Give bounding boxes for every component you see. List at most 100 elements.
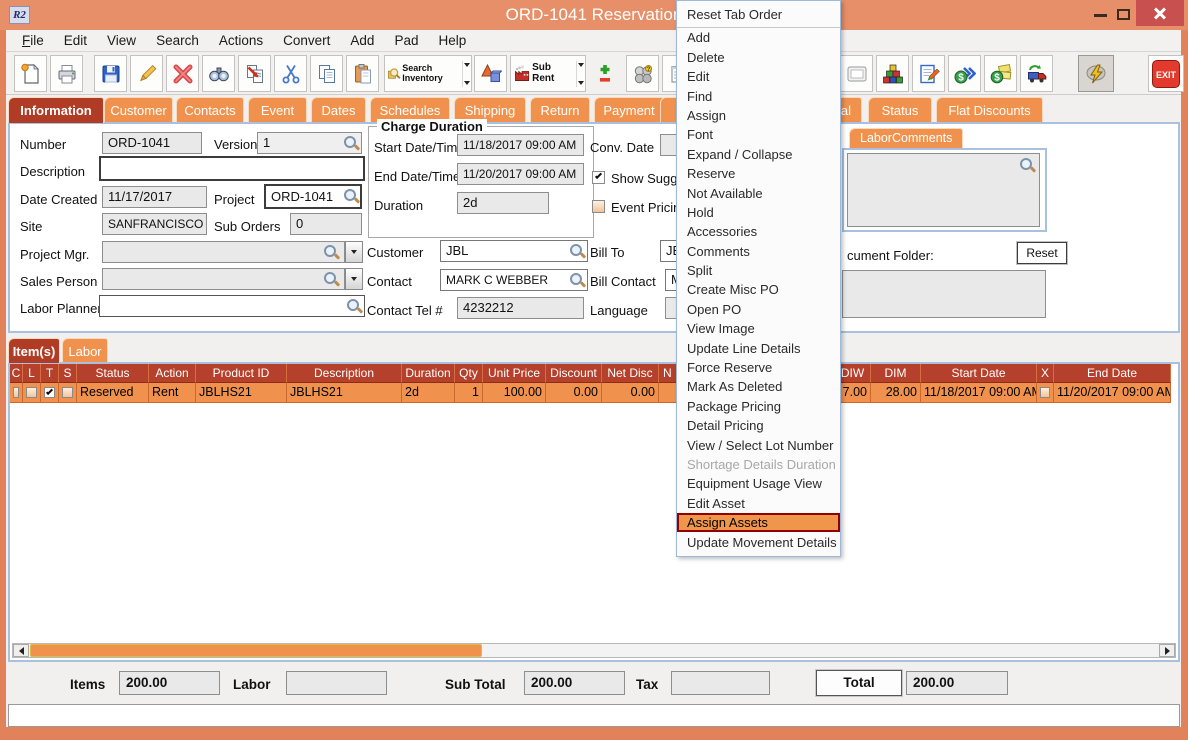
labor-planner-search-icon[interactable]: [347, 299, 361, 313]
menu-actions[interactable]: Actions: [209, 31, 273, 50]
menu-item-comments[interactable]: Comments: [677, 242, 840, 261]
menu-search[interactable]: Search: [146, 31, 209, 50]
menu-item-equipment-usage-view[interactable]: Equipment Usage View: [677, 474, 840, 493]
menu-item-detail-pricing[interactable]: Detail Pricing: [677, 416, 840, 435]
dollar-forward-button[interactable]: $: [948, 55, 981, 92]
reset-button[interactable]: Reset: [1017, 242, 1067, 264]
cubes-button[interactable]: [876, 55, 909, 92]
column-header-end-date[interactable]: End Date: [1054, 364, 1171, 383]
column-header-t[interactable]: T: [41, 364, 59, 383]
menu-item-open-po[interactable]: Open PO: [677, 300, 840, 319]
tab-customer[interactable]: Customer: [104, 97, 173, 123]
row-checkbox-s[interactable]: [62, 387, 73, 398]
column-header-s[interactable]: S: [59, 364, 77, 383]
search-inventory-button[interactable]: Search Inventory: [384, 55, 472, 92]
column-header-net-disc[interactable]: Net Disc: [602, 364, 659, 383]
tab-return[interactable]: Return: [530, 97, 590, 123]
menu-item-hold[interactable]: Hold: [677, 203, 840, 222]
exit-button[interactable]: EXIT: [1148, 55, 1184, 92]
spheres-button[interactable]: ?: [626, 55, 659, 92]
new-document-button[interactable]: [14, 55, 47, 92]
labor-comments-textarea[interactable]: [847, 153, 1040, 227]
close-button[interactable]: [1136, 0, 1184, 26]
tab-labor-comments[interactable]: LaborComments: [849, 128, 963, 148]
keypad-button[interactable]: [840, 55, 873, 92]
document-folder-field[interactable]: [842, 270, 1046, 318]
column-header-x[interactable]: X: [1037, 364, 1054, 383]
items-table-row[interactable]: ReservedRentJBLHS21JBLHS212d1100.000.000…: [10, 383, 1171, 403]
paste-button[interactable]: [346, 55, 379, 92]
column-header-duration[interactable]: Duration: [402, 364, 455, 383]
menu-item-assign-assets[interactable]: Assign Assets: [677, 513, 840, 532]
event-pricing-checkbox[interactable]: [592, 200, 605, 213]
cell-s[interactable]: [59, 383, 77, 403]
column-header-c[interactable]: C: [10, 364, 23, 383]
tab-status[interactable]: Status: [868, 97, 932, 123]
save-button[interactable]: [94, 55, 127, 92]
contact-search-icon[interactable]: [570, 273, 584, 287]
menu-item-accessories[interactable]: Accessories: [677, 222, 840, 241]
column-header-discount[interactable]: Discount: [546, 364, 602, 383]
cell-x[interactable]: [1037, 383, 1054, 403]
dollar-notes-button[interactable]: $: [984, 55, 1017, 92]
project-mgr-search-icon[interactable]: [324, 245, 338, 259]
sales-person-search-icon[interactable]: [324, 272, 338, 286]
lightning-button[interactable]: [1078, 55, 1114, 92]
form-edit-button[interactable]: [912, 55, 945, 92]
column-header-unit-price[interactable]: Unit Price: [483, 364, 546, 383]
copy-special-button[interactable]: [238, 55, 271, 92]
menu-item-view-image[interactable]: View Image: [677, 319, 840, 338]
menu-item-not-available[interactable]: Not Available: [677, 184, 840, 203]
context-menu-header[interactable]: Reset Tab Order: [677, 1, 840, 27]
menu-help[interactable]: Help: [428, 31, 476, 50]
menu-item-create-misc-po[interactable]: Create Misc PO: [677, 280, 840, 299]
menu-item-mark-as-deleted[interactable]: Mark As Deleted: [677, 377, 840, 396]
menu-item-edit[interactable]: Edit: [677, 67, 840, 86]
menu-item-split[interactable]: Split: [677, 261, 840, 280]
cell-c[interactable]: [10, 383, 23, 403]
tab-event[interactable]: Event: [248, 97, 307, 123]
tab-contacts[interactable]: Contacts: [176, 97, 244, 123]
minimize-button[interactable]: [1094, 14, 1107, 17]
column-header-description[interactable]: Description: [287, 364, 402, 383]
tab-information[interactable]: Information: [8, 97, 104, 123]
row-checkbox-t[interactable]: [44, 387, 55, 398]
column-header-dim[interactable]: DIM: [871, 364, 921, 383]
description-field[interactable]: [99, 156, 365, 181]
menu-item-update-movement-details[interactable]: Update Movement Details: [677, 533, 840, 552]
find-button[interactable]: [202, 55, 235, 92]
menu-view[interactable]: View: [97, 31, 146, 50]
scroll-right-button[interactable]: [1159, 644, 1175, 657]
customer-field[interactable]: JBL: [440, 240, 588, 262]
menu-item-force-reserve[interactable]: Force Reserve: [677, 358, 840, 377]
cut-button[interactable]: [274, 55, 307, 92]
sales-person-dropdown[interactable]: [345, 268, 363, 290]
version-search-icon[interactable]: [344, 136, 358, 150]
project-mgr-dropdown[interactable]: [345, 241, 363, 263]
project-mgr-field[interactable]: [102, 241, 345, 263]
cell-t[interactable]: [41, 383, 59, 403]
print-button[interactable]: [50, 55, 83, 92]
tab-labor[interactable]: Labor: [62, 338, 108, 363]
column-header-start-date[interactable]: Start Date: [921, 364, 1037, 383]
menu-item-edit-asset[interactable]: Edit Asset: [677, 494, 840, 513]
row-checkbox-x[interactable]: [1040, 387, 1050, 398]
tab-item-s-[interactable]: Item(s): [8, 338, 60, 363]
row-checkbox-c[interactable]: [13, 387, 19, 398]
horizontal-scrollbar[interactable]: [12, 643, 1176, 658]
menu-item-update-line-details[interactable]: Update Line Details: [677, 339, 840, 358]
labor-planner-field[interactable]: [99, 295, 365, 317]
scroll-left-button[interactable]: [13, 644, 29, 657]
add-remove-button[interactable]: [588, 55, 621, 92]
sales-person-field[interactable]: [102, 268, 345, 290]
end-datetime-field[interactable]: 11/20/2017 09:00 AM: [457, 163, 584, 185]
menu-item-find[interactable]: Find: [677, 87, 840, 106]
shapes-button[interactable]: [474, 55, 507, 92]
copy-button[interactable]: [310, 55, 343, 92]
tab-dates[interactable]: Dates: [311, 97, 366, 123]
menu-file[interactable]: File: [12, 31, 54, 50]
menu-item-expand-collapse[interactable]: Expand / Collapse: [677, 145, 840, 164]
shipping-button[interactable]: [1020, 55, 1053, 92]
menu-item-assign[interactable]: Assign: [677, 106, 840, 125]
column-header-status[interactable]: Status: [77, 364, 149, 383]
